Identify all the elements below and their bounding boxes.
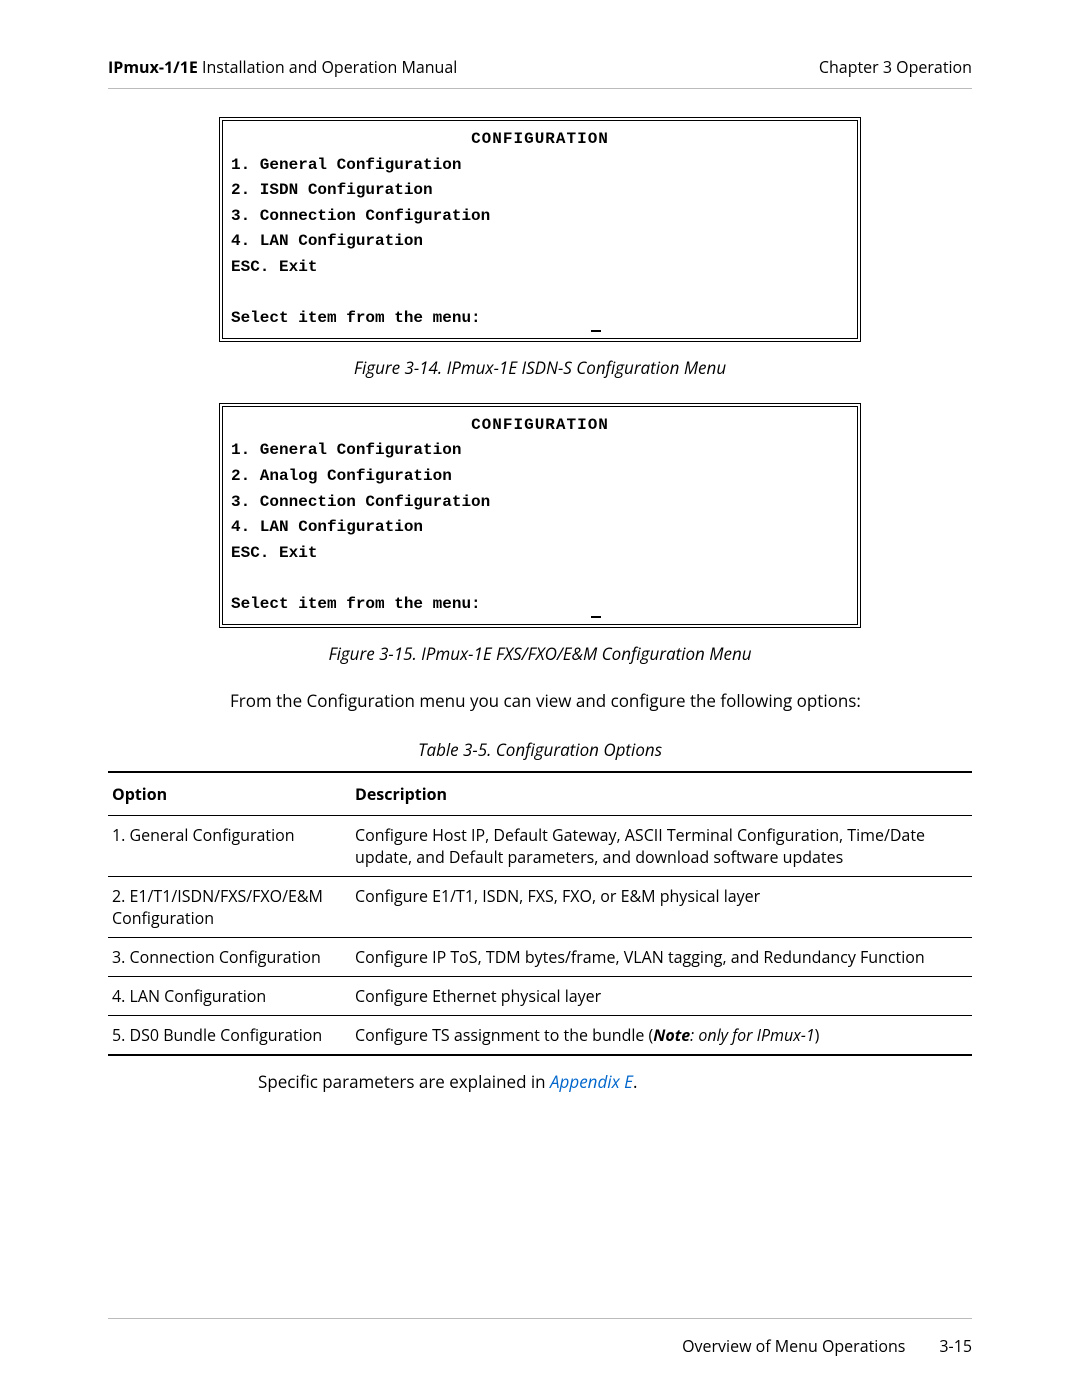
option-cell: 2. E1/T1/ISDN/FXS/FXO/E&M Configuration xyxy=(108,876,351,937)
menu-prompt: Select item from the menu: xyxy=(231,306,481,332)
cursor-icon xyxy=(591,306,601,332)
page-header: IPmux-1/1E Installation and Operation Ma… xyxy=(108,56,972,89)
menu-exit: ESC. Exit xyxy=(231,541,849,567)
table-caption: Table 3-5. Configuration Options xyxy=(108,738,972,761)
table-header-row: Option Description xyxy=(108,772,972,816)
desc-text: ) xyxy=(815,1024,820,1046)
header-left: IPmux-1/1E Installation and Operation Ma… xyxy=(108,56,457,78)
description-cell: Configure E1/T1, ISDN, FXS, FXO, or E&M … xyxy=(351,876,972,937)
table-row: 2. E1/T1/ISDN/FXS/FXO/E&M Configuration … xyxy=(108,876,972,937)
col-header-option: Option xyxy=(108,772,351,816)
post-table-paragraph: Specific parameters are explained in App… xyxy=(258,1070,972,1093)
menu-item: 1. General Configuration xyxy=(231,153,849,179)
note-text: : only for IPmux-1 xyxy=(690,1024,815,1046)
option-cell: 5. DS0 Bundle Configuration xyxy=(108,1015,351,1055)
blank-line xyxy=(231,566,849,592)
description-cell: Configure Ethernet physical layer xyxy=(351,976,972,1015)
option-cell: 3. Connection Configuration xyxy=(108,937,351,976)
terminal-menu-2: CONFIGURATION 1. General Configuration 2… xyxy=(219,403,861,628)
menu-item: 2. Analog Configuration xyxy=(231,464,849,490)
option-cell: 4. LAN Configuration xyxy=(108,976,351,1015)
description-cell: Configure Host IP, Default Gateway, ASCI… xyxy=(351,815,972,876)
menu-item: 3. Connection Configuration xyxy=(231,490,849,516)
figure-caption: Figure 3-14. IPmux-1E ISDN-S Configurati… xyxy=(108,356,972,379)
post-table-text: . xyxy=(633,1070,637,1093)
body-paragraph: From the Configuration menu you can view… xyxy=(230,689,972,712)
description-cell: Configure IP ToS, TDM bytes/frame, VLAN … xyxy=(351,937,972,976)
menu-exit: ESC. Exit xyxy=(231,255,849,281)
menu-prompt-line: Select item from the menu: xyxy=(231,306,849,332)
table-row: 3. Connection Configuration Configure IP… xyxy=(108,937,972,976)
appendix-link[interactable]: Appendix E xyxy=(550,1070,633,1093)
terminal-menu-1: CONFIGURATION 1. General Configuration 2… xyxy=(219,117,861,342)
table-row: 5. DS0 Bundle Configuration Configure TS… xyxy=(108,1015,972,1055)
post-table-text: Specific parameters are explained in xyxy=(258,1070,550,1093)
desc-text: Configure TS assignment to the bundle ( xyxy=(355,1024,653,1046)
description-cell: Configure TS assignment to the bundle (N… xyxy=(351,1015,972,1055)
menu-prompt: Select item from the menu: xyxy=(231,592,481,618)
menu-prompt-line: Select item from the menu: xyxy=(231,592,849,618)
doc-title: Installation and Operation Manual xyxy=(198,56,457,78)
footer-page-number: 3-15 xyxy=(939,1335,972,1357)
product-name: IPmux-1/1E xyxy=(108,56,198,78)
menu-item: 1. General Configuration xyxy=(231,438,849,464)
page-footer: Overview of Menu Operations 3-15 xyxy=(108,1318,972,1357)
terminal-title: CONFIGURATION xyxy=(231,413,849,439)
menu-item: 4. LAN Configuration xyxy=(231,229,849,255)
table-row: 1. General Configuration Configure Host … xyxy=(108,815,972,876)
menu-item: 2. ISDN Configuration xyxy=(231,178,849,204)
header-right: Chapter 3 Operation xyxy=(819,56,972,78)
col-header-description: Description xyxy=(351,772,972,816)
blank-line xyxy=(231,281,849,307)
menu-item: 4. LAN Configuration xyxy=(231,515,849,541)
config-options-table: Option Description 1. General Configurat… xyxy=(108,771,972,1056)
terminal-title: CONFIGURATION xyxy=(231,127,849,153)
option-cell: 1. General Configuration xyxy=(108,815,351,876)
cursor-icon xyxy=(591,592,601,618)
figure-caption: Figure 3-15. IPmux-1E FXS/FXO/E&M Config… xyxy=(108,642,972,665)
note-label: Note xyxy=(653,1024,690,1046)
table-row: 4. LAN Configuration Configure Ethernet … xyxy=(108,976,972,1015)
footer-section-title: Overview of Menu Operations xyxy=(682,1335,905,1357)
menu-item: 3. Connection Configuration xyxy=(231,204,849,230)
